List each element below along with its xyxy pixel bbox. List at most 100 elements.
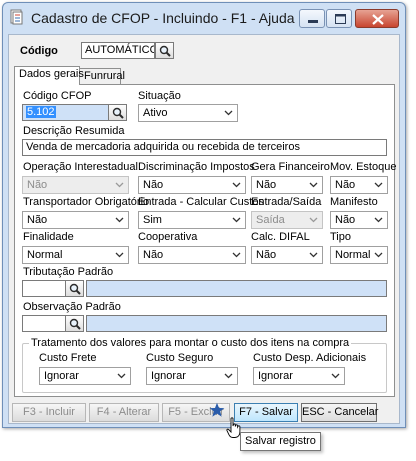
- chevron-down-icon: [374, 182, 383, 188]
- operacao-interestadual-label: Operação Interestadual: [23, 161, 138, 173]
- tab-dados-gerais[interactable]: Dados gerais: [14, 66, 84, 85]
- tributacao-padrao-label: Tributação Padrão: [23, 266, 114, 278]
- tab-funrural[interactable]: Funrural: [79, 68, 125, 84]
- chevron-down-icon: [115, 217, 124, 223]
- tributacao-padrao-description: [86, 280, 387, 297]
- gera-financeiro-select[interactable]: Não: [251, 176, 323, 194]
- cancelar-button[interactable]: ESC - Cancelar: [301, 403, 378, 422]
- gera-financeiro-label: Gera Financeiro: [251, 161, 330, 173]
- cooperativa-label: Cooperativa: [138, 231, 198, 243]
- custo-seguro-select[interactable]: Ignorar: [146, 367, 238, 385]
- entrada-calcular-custos-value: Sim: [143, 214, 162, 226]
- document-icon: [10, 9, 23, 25]
- finalidade-label: Finalidade: [23, 231, 74, 243]
- chevron-down-icon: [309, 252, 318, 258]
- chevron-down-icon: [374, 252, 383, 258]
- operacao-interestadual-value: Não: [27, 179, 48, 191]
- minimize-button[interactable]: [299, 9, 325, 28]
- codigo-cfop-field[interactable]: 5.102: [22, 104, 109, 121]
- observacao-padrao-code-field[interactable]: [22, 315, 66, 332]
- transportador-obrigatorio-select[interactable]: Não: [22, 211, 129, 229]
- tributacao-padrao-lookup-button[interactable]: [65, 280, 84, 297]
- custo-frete-value: Ignorar: [44, 370, 79, 382]
- observacao-padrao-description: [86, 315, 387, 332]
- transportador-obrigatorio-value: Não: [27, 214, 48, 226]
- tipo-select[interactable]: Normal: [330, 246, 388, 264]
- codigo-cfop-lookup-button[interactable]: [108, 104, 127, 121]
- tab-panel-dados-gerais: Código CFOP 5.102 Situação Ativo Descriç…: [14, 84, 397, 397]
- window-title: Cadastro de CFOP - Incluindo - F1 - Ajud…: [31, 10, 295, 26]
- gera-financeiro-value: Não: [256, 179, 277, 191]
- entrada-saida-label: Entrada/Saída: [251, 196, 322, 208]
- custo-frete-label: Custo Frete: [39, 352, 97, 364]
- chevron-down-icon: [224, 373, 233, 379]
- magnifier-icon: [69, 318, 81, 330]
- custo-frete-select[interactable]: Ignorar: [39, 367, 131, 385]
- situacao-value: Ativo: [143, 107, 168, 119]
- client-area: Código AUTOMÁTICO Dados gerais Funrural …: [8, 34, 400, 424]
- calc-difal-label: Calc. DIFAL: [251, 231, 310, 243]
- incluir-button[interactable]: F3 - Incluir: [12, 403, 86, 422]
- entrada-saida-value: Saída: [256, 214, 285, 226]
- chevron-down-icon: [309, 182, 318, 188]
- discriminacao-impostos-select[interactable]: Não: [138, 176, 246, 194]
- chevron-down-icon: [115, 252, 124, 258]
- codigo-field[interactable]: AUTOMÁTICO: [81, 42, 155, 59]
- situacao-label: Situação: [138, 90, 181, 102]
- alterar-button[interactable]: F4 - Alterar: [89, 403, 159, 422]
- mov-estoque-select[interactable]: Não: [330, 176, 388, 194]
- mov-estoque-value: Não: [335, 179, 356, 191]
- manifesto-select[interactable]: Não: [330, 211, 388, 229]
- chevron-down-icon: [232, 217, 241, 223]
- calc-difal-value: Não: [256, 249, 277, 261]
- transportador-obrigatorio-label: Transportador Obrigatório: [23, 196, 150, 208]
- maximize-icon: [335, 14, 346, 24]
- descricao-label: Descrição Resumida: [23, 125, 125, 137]
- custo-seguro-value: Ignorar: [151, 370, 186, 382]
- discriminacao-impostos-value: Não: [143, 179, 164, 191]
- chevron-down-icon: [232, 182, 241, 188]
- codigo-cfop-label: Código CFOP: [23, 90, 92, 102]
- situacao-select[interactable]: Ativo: [138, 104, 238, 122]
- custo-seguro-label: Custo Seguro: [146, 352, 214, 364]
- close-button[interactable]: [355, 9, 399, 28]
- operacao-interestadual-select: Não: [22, 176, 129, 194]
- cooperativa-select[interactable]: Não: [138, 246, 246, 264]
- custo-groupbox: Tratamento dos valores para montar o cus…: [22, 337, 387, 393]
- star-icon: [209, 402, 225, 417]
- manifesto-value: Não: [335, 214, 356, 226]
- observacao-padrao-lookup-button[interactable]: [65, 315, 84, 332]
- chevron-down-icon: [117, 373, 126, 379]
- custo-group-title: Tratamento dos valores para montar o cus…: [29, 337, 352, 349]
- tipo-value: Normal: [335, 249, 371, 261]
- finalidade-select[interactable]: Normal: [22, 246, 129, 264]
- custo-desp-label: Custo Desp. Adicionais: [253, 352, 367, 364]
- chevron-down-icon: [374, 217, 383, 223]
- salvar-tooltip: Salvar registro: [240, 432, 321, 451]
- custo-desp-value: Ignorar: [258, 370, 293, 382]
- entrada-saida-select: Saída: [251, 211, 323, 229]
- chevron-down-icon: [115, 182, 124, 188]
- magnifier-icon: [69, 283, 81, 295]
- entrada-calcular-custos-select[interactable]: Sim: [138, 211, 246, 229]
- chevron-down-icon: [331, 373, 340, 379]
- title-bar[interactable]: Cadastro de CFOP - Incluindo - F1 - Ajud…: [3, 3, 405, 33]
- minimize-icon: [308, 20, 318, 23]
- chevron-down-icon: [232, 252, 241, 258]
- maximize-button[interactable]: [326, 9, 352, 28]
- descricao-field[interactable]: Venda de mercadoria adquirida ou recebid…: [22, 139, 387, 156]
- action-toolbar: F3 - Incluir F4 - Alterar F5 - Excluir F…: [12, 403, 395, 423]
- custo-desp-select[interactable]: Ignorar: [253, 367, 345, 385]
- salvar-button[interactable]: F7 - Salvar: [234, 403, 298, 422]
- observacao-padrao-label: Observação Padrão: [23, 301, 121, 313]
- codigo-label: Código: [20, 45, 58, 57]
- magnifier-icon: [112, 107, 124, 119]
- codigo-lookup-button[interactable]: [155, 42, 174, 59]
- tributacao-padrao-code-field[interactable]: [22, 280, 66, 297]
- mov-estoque-label: Mov. Estoque: [330, 161, 397, 173]
- codigo-cfop-value: 5.102: [26, 106, 56, 118]
- app-window: Cadastro de CFOP - Incluindo - F1 - Ajud…: [2, 2, 406, 428]
- chevron-down-icon: [224, 110, 233, 116]
- calc-difal-select[interactable]: Não: [251, 246, 323, 264]
- tipo-label: Tipo: [330, 231, 351, 243]
